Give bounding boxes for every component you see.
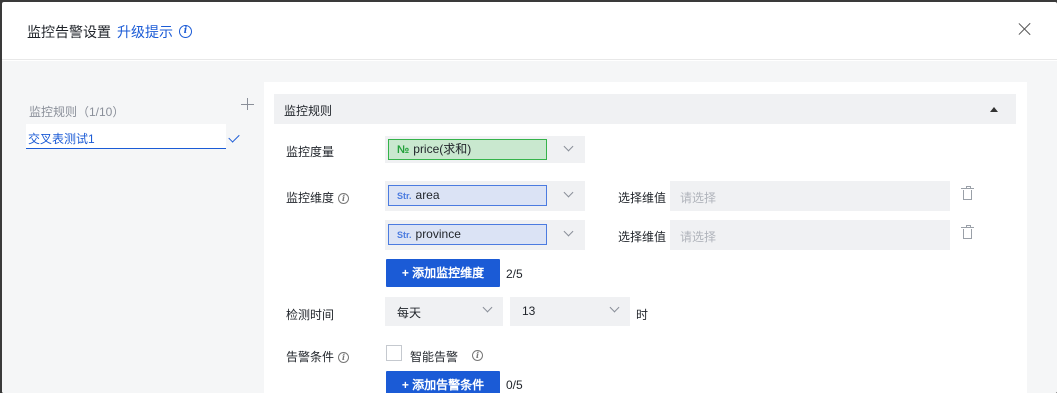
chevron-down-icon[interactable] — [563, 141, 574, 152]
dimension-pill: Str. province — [388, 224, 547, 245]
smart-alert-info: i — [468, 348, 483, 362]
string-tag-icon: Str. — [397, 191, 412, 201]
info-icon[interactable]: i — [472, 350, 483, 362]
number-tag-icon: № — [397, 144, 410, 156]
dimension-label: 监控维度 i — [286, 189, 350, 206]
trash-icon[interactable] — [961, 186, 974, 200]
measure-select[interactable]: № price(求和) — [385, 136, 585, 163]
string-tag-icon: Str. — [397, 230, 412, 240]
scrollbar[interactable] — [1032, 61, 1040, 393]
info-icon[interactable]: i — [179, 25, 192, 38]
smart-alert-label: 智能告警 — [410, 350, 459, 364]
dialog-body: 监控规则（1/10） 交叉表测试1 监控规则 监控度量 № price(求和) 监… — [2, 61, 1057, 393]
dimension-pill: Str. area — [388, 185, 547, 206]
caret-up-icon[interactable] — [990, 107, 998, 112]
dimension-value-select-2[interactable]: 请选择 — [670, 220, 950, 250]
hour-value: 13 — [522, 304, 536, 318]
rules-list-title: 监控规则（1/10） — [29, 105, 125, 119]
dimension-value-select-1[interactable]: 请选择 — [670, 181, 950, 211]
close-icon[interactable] — [1018, 22, 1032, 36]
section-title: 监控规则 — [284, 104, 333, 118]
rule-item-label: 交叉表测试1 — [28, 132, 95, 146]
dimension-count: 2/5 — [506, 267, 523, 281]
dimension-value: province — [415, 227, 461, 241]
info-icon[interactable]: i — [338, 352, 350, 364]
dimension-value-placeholder: 请选择 — [680, 191, 717, 205]
frequency-select[interactable]: 每天 — [385, 297, 503, 326]
add-condition-button[interactable]: + 添加告警条件 — [386, 371, 500, 393]
frequency-value: 每天 — [397, 306, 422, 320]
section-header[interactable]: 监控规则 — [274, 94, 1016, 124]
dialog-header: 监控告警设置 升级提示 i — [2, 2, 1057, 60]
measure-label: 监控度量 — [286, 145, 335, 159]
check-icon — [228, 131, 240, 143]
chevron-down-icon[interactable] — [609, 302, 620, 313]
info-icon[interactable]: i — [338, 193, 350, 205]
dimension-value-label: 选择维值 — [618, 191, 667, 205]
dimension-select-1[interactable]: Str. area — [385, 181, 585, 211]
upgrade-tip-link[interactable]: 升级提示 — [117, 22, 173, 42]
alert-condition-label: 告警条件 i — [286, 348, 350, 365]
chevron-down-icon[interactable] — [563, 187, 574, 198]
hour-unit: 时 — [636, 308, 649, 322]
add-dimension-button[interactable]: + 添加监控维度 — [386, 259, 500, 287]
dimension-value-label: 选择维值 — [618, 230, 667, 244]
chevron-down-icon[interactable] — [482, 302, 493, 313]
plus-icon[interactable] — [241, 97, 255, 111]
dialog-title: 监控告警设置 — [27, 24, 111, 40]
measure-pill: № price(求和) — [388, 139, 547, 160]
dimension-select-2[interactable]: Str. province — [385, 220, 585, 250]
smart-alert-checkbox[interactable] — [386, 345, 402, 361]
alert-settings-dialog: 监控告警设置 升级提示 i 监控规则（1/10） 交叉表测试1 监控规则 监控度… — [2, 2, 1057, 393]
rule-editor: 监控规则 监控度量 № price(求和) 监控维度 i Str. area 选择维值 — [264, 82, 1027, 393]
rules-sidebar: 监控规则（1/10） 交叉表测试1 — [2, 61, 264, 393]
check-time-label: 检测时间 — [286, 308, 335, 322]
dimension-value-placeholder: 请选择 — [680, 230, 717, 244]
condition-count: 0/5 — [506, 378, 523, 392]
rule-list-item[interactable]: 交叉表测试1 — [26, 124, 226, 149]
hour-select[interactable]: 13 — [510, 297, 630, 326]
chevron-down-icon[interactable] — [563, 226, 574, 237]
dimension-value: area — [415, 188, 440, 202]
trash-icon[interactable] — [961, 225, 974, 239]
measure-value: price(求和) — [413, 142, 472, 156]
